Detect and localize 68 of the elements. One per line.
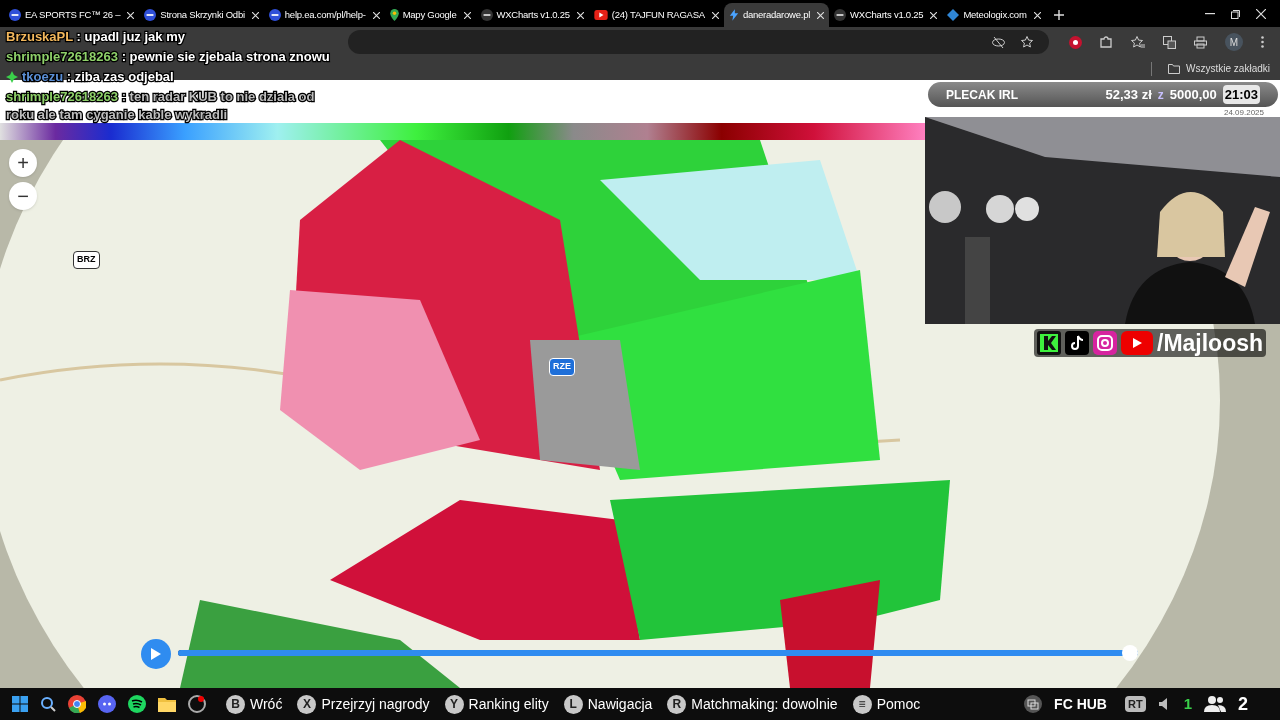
k-logo-icon[interactable]	[1037, 331, 1061, 355]
player-count: 2	[1238, 692, 1248, 716]
chat-message: BrzuskaPL : upadl juz jak my	[6, 28, 185, 46]
controller-hint[interactable]: L Nawigacja	[563, 693, 653, 715]
ready-count: 1	[1183, 693, 1192, 714]
close-icon[interactable]	[463, 11, 471, 19]
lightning-icon	[728, 9, 739, 21]
hub-label: FC HUB	[1054, 694, 1107, 714]
map-pin-icon	[389, 9, 399, 21]
star-icon[interactable]	[1021, 36, 1033, 48]
controller-hint[interactable]: ≡ Pomoc	[852, 693, 921, 715]
play-icon	[593, 10, 608, 20]
radar-station-marker[interactable]: RZE	[549, 358, 575, 376]
site-icon	[144, 9, 157, 21]
search-icon[interactable]	[40, 696, 56, 712]
screens-icon[interactable]	[1024, 695, 1043, 713]
controller-hint[interactable]: R Matchmaking: dowolnie	[667, 693, 838, 715]
close-icon[interactable]	[127, 11, 135, 19]
close-icon[interactable]	[1033, 11, 1041, 19]
browser-icon[interactable]	[68, 695, 86, 713]
people-icon	[1204, 696, 1226, 712]
camera-icon[interactable]	[1093, 331, 1117, 355]
new-tab-icon[interactable]	[1053, 10, 1064, 20]
puzzle-icon[interactable]	[1100, 35, 1113, 49]
timeline-slider[interactable]	[178, 645, 1138, 661]
close-icon[interactable]	[930, 11, 938, 19]
profile-avatar[interactable]: M	[1225, 33, 1243, 51]
controller-hint[interactable]: Y Ranking elity	[444, 693, 549, 715]
site-icon	[9, 9, 21, 21]
chat-message: shrimple72618263 : ten radar KUB to nie dziala od roku ale tam cyganie kable wykradli	[6, 88, 316, 124]
diamond-icon	[947, 9, 960, 21]
folder-icon	[1168, 63, 1181, 74]
play-icon[interactable]	[1121, 331, 1153, 355]
chat-message: shrimple72618263 : pewnie sie zjebala strona znowu	[6, 48, 330, 66]
channel-handle: /Majloosh	[1157, 331, 1264, 355]
printer-icon[interactable]	[1194, 35, 1207, 49]
favorites-icon[interactable]	[1131, 35, 1145, 49]
site-icon	[480, 9, 493, 21]
donation-goal-bar: PLECAK IRL 52,33 zł z 5000,00 21:03	[928, 82, 1278, 107]
site-icon	[268, 9, 281, 21]
windows-icon[interactable]	[12, 696, 28, 712]
folder-icon[interactable]	[158, 696, 176, 712]
translate-icon[interactable]	[1163, 35, 1176, 49]
clock-date: 24.09.2025	[1223, 107, 1264, 119]
music-app-icon[interactable]	[128, 695, 146, 713]
menu-icon[interactable]	[1261, 36, 1264, 48]
close-icon[interactable]	[372, 11, 380, 19]
close-icon[interactable]	[1256, 9, 1266, 19]
eye-off-icon[interactable]	[992, 35, 1005, 49]
controller-hint[interactable]: X Przejrzyj nagrody	[297, 693, 430, 715]
bookmarks-folder[interactable]: Wszystkie zakładki	[1168, 61, 1270, 76]
radar-station-marker[interactable]: BRZ	[73, 251, 100, 269]
minimize-icon[interactable]	[1205, 13, 1215, 15]
close-icon[interactable]	[576, 11, 584, 19]
close-icon[interactable]	[251, 11, 259, 19]
trigger-key: RT	[1124, 695, 1146, 713]
site-icon	[834, 9, 847, 21]
clock-time: 21:03	[1222, 84, 1260, 105]
extension-icon[interactable]	[1069, 35, 1082, 49]
chat-app-icon[interactable]	[98, 695, 116, 713]
close-icon[interactable]	[817, 11, 825, 19]
record-icon[interactable]	[188, 695, 206, 713]
controller-hint[interactable]: B Wróć	[226, 693, 283, 715]
play-icon	[151, 648, 161, 660]
note-icon[interactable]	[1065, 331, 1089, 355]
close-icon[interactable]	[711, 11, 719, 19]
browser-tab[interactable]: daneradarowe.pl	[723, 3, 830, 27]
restore-icon[interactable]	[1231, 10, 1240, 19]
